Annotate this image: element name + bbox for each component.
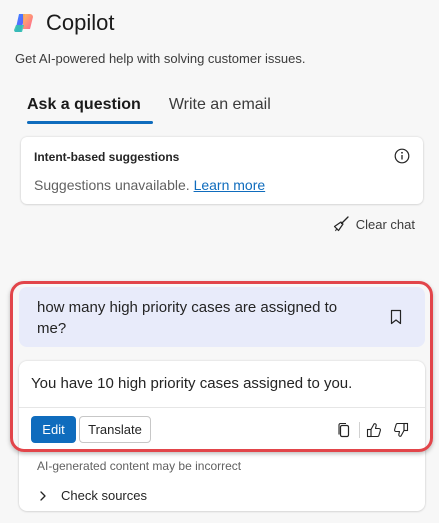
translate-button[interactable]: Translate (79, 416, 151, 443)
chevron-right-icon (40, 490, 46, 501)
check-sources-label: Check sources (61, 488, 147, 503)
bookmark-icon[interactable] (389, 309, 403, 325)
broom-icon (333, 216, 349, 232)
edit-button[interactable]: Edit (31, 416, 76, 443)
clear-chat-button[interactable]: Clear chat (332, 215, 415, 233)
tab-bar: Ask a question Write an email (15, 93, 283, 124)
suggestions-message: Suggestions unavailable. Learn more (34, 177, 265, 193)
info-icon[interactable] (394, 148, 410, 164)
thumbs-up-icon[interactable] (366, 422, 382, 438)
clear-chat-label: Clear chat (355, 216, 415, 232)
suggestions-status: Suggestions unavailable. (34, 177, 190, 193)
ai-disclaimer: AI-generated content may be incorrect (37, 459, 242, 473)
app-title: Copilot (46, 10, 115, 35)
header: Copilot (12, 10, 114, 36)
response-text: You have 10 high priority cases assigned… (31, 375, 353, 392)
suggestions-card: Intent-based suggestions Suggestions una… (21, 137, 423, 204)
thumbs-down-icon[interactable] (393, 422, 409, 438)
suggestions-title: Intent-based suggestions (34, 150, 180, 164)
learn-more-link[interactable]: Learn more (194, 177, 266, 193)
user-message-bubble: how many high priority cases are assigne… (19, 287, 425, 347)
copilot-logo-icon (14, 14, 33, 32)
check-sources-toggle[interactable]: Check sources (37, 488, 147, 503)
tab-ask-a-question[interactable]: Ask a question (15, 93, 153, 124)
user-message-text: how many high priority cases are assigne… (37, 299, 338, 337)
copy-icon[interactable] (336, 422, 352, 438)
app-subtitle: Get AI-powered help with solving custome… (15, 51, 306, 66)
response-card: You have 10 high priority cases assigned… (19, 361, 425, 511)
tab-write-an-email[interactable]: Write an email (157, 93, 283, 124)
icon-separator (359, 422, 360, 438)
divider (19, 407, 425, 408)
